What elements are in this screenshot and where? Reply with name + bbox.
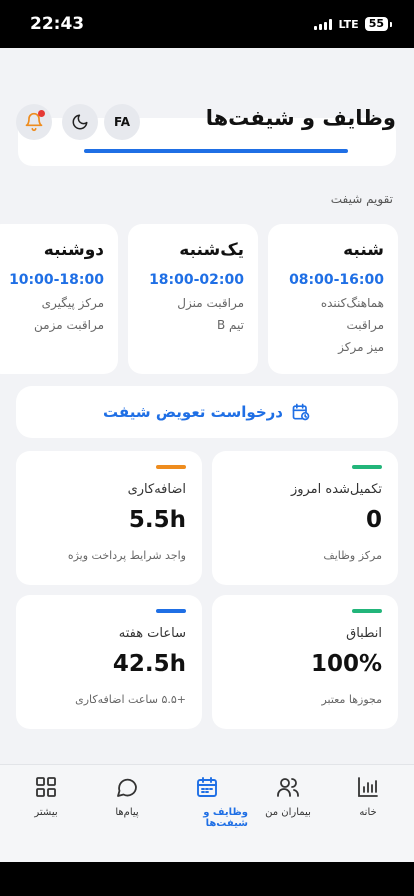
- stat-accent: [156, 465, 186, 469]
- stat-label: تکمیل‌شده امروز: [290, 482, 382, 497]
- progress-bar: [84, 149, 348, 153]
- stat-subtitle: واجد شرایط پرداخت ویژه: [67, 549, 186, 562]
- stat-accent: [352, 609, 382, 613]
- stat-value: 0: [365, 507, 382, 533]
- signal-icon: [314, 18, 333, 30]
- status-indicators: LTE 55: [314, 17, 392, 31]
- shift-detail: مراقبت منزل: [177, 296, 244, 310]
- stat-card-completed: تکمیل‌شده امروز 0 مرکز وظایف: [212, 451, 398, 585]
- swap-shift-label: درخواست تعویض شیفت: [103, 403, 283, 421]
- shift-detail: تیم B: [217, 318, 244, 332]
- stat-value: 100%: [310, 651, 382, 677]
- grid-icon: [36, 777, 56, 797]
- shift-card[interactable]: شنبه 08:00-16:00 هماهنگ‌کننده مراقبت میز…: [268, 224, 398, 374]
- shift-card[interactable]: یک‌شنبه 18:00-02:00 مراقبت منزل تیم B: [128, 224, 258, 374]
- stat-label: ساعات هفته: [118, 626, 186, 641]
- bottom-nav: خانه بیماران من وظایف و شیفت‌ها پیام‌ها: [0, 764, 414, 862]
- nav-more[interactable]: بیشتر: [5, 775, 87, 818]
- calendar-clock-icon: [292, 403, 310, 421]
- nav-label: خانه: [359, 807, 377, 818]
- shift-detail: مراقبت مزمن: [34, 318, 104, 332]
- swap-shift-button[interactable]: درخواست تعویض شیفت: [16, 386, 398, 438]
- stat-subtitle: مجوزها معتبر: [321, 693, 382, 706]
- network-label: LTE: [338, 17, 359, 31]
- language-label: FA: [113, 115, 131, 129]
- chart-bars-icon: [358, 777, 378, 797]
- shift-detail: هماهنگ‌کننده: [320, 296, 384, 310]
- nav-my-patients[interactable]: بیماران من: [247, 775, 329, 818]
- stat-value: 42.5h: [112, 651, 186, 677]
- shift-detail: میز مرکز: [338, 340, 384, 354]
- battery-tip: [390, 21, 392, 27]
- chat-bubble-icon: [117, 778, 137, 797]
- schedule-section-title: تقویم شیفت: [330, 192, 393, 206]
- nav-label: بیماران من: [265, 807, 311, 818]
- notifications-button[interactable]: [16, 104, 52, 140]
- theme-toggle-button[interactable]: [62, 104, 98, 140]
- calendar-icon: [197, 777, 217, 797]
- shift-day: یک‌شنبه: [179, 240, 244, 260]
- stat-card-overtime: اضافه‌کاری 5.5h واجد شرایط پرداخت ویژه: [16, 451, 202, 585]
- stat-value: 5.5h: [128, 507, 186, 533]
- status-time: 22:43: [30, 14, 85, 34]
- stat-label: انطباق: [346, 626, 382, 641]
- users-icon: [277, 778, 299, 797]
- stat-card-week-hours: ساعات هفته 42.5h +۵.۵ ساعت اضافه‌کاری: [16, 595, 202, 729]
- stat-card-compliance: انطباق 100% مجوزها معتبر: [212, 595, 398, 729]
- shift-detail: مرکز پیگیری: [41, 296, 104, 310]
- nav-label: وظایف و شیفت‌ها: [203, 807, 248, 829]
- stat-subtitle: مرکز وظایف: [323, 549, 382, 562]
- nav-messages[interactable]: پیام‌ها: [86, 775, 168, 818]
- shift-time: 08:00-16:00: [289, 272, 384, 288]
- moon-icon: [72, 114, 88, 130]
- shift-detail: مراقبت: [346, 318, 384, 332]
- nav-label: پیام‌ها: [115, 807, 139, 818]
- nav-home[interactable]: خانه: [327, 775, 409, 818]
- battery-icon: 55: [364, 17, 388, 31]
- stat-accent: [352, 465, 382, 469]
- nav-label: بیشتر: [34, 807, 58, 818]
- stat-accent: [156, 609, 186, 613]
- language-button[interactable]: FA: [104, 104, 140, 140]
- shift-day: دوشنبه: [43, 240, 104, 260]
- status-bar: 22:43 LTE 55: [0, 0, 414, 48]
- stat-subtitle: +۵.۵ ساعت اضافه‌کاری: [75, 693, 186, 706]
- shift-day: شنبه: [343, 240, 384, 260]
- home-indicator-area: [0, 862, 414, 896]
- page-title: وظایف و شیفت‌ها: [205, 106, 396, 130]
- shift-card[interactable]: دوشنبه 10:00-18:00 مرکز پیگیری مراقبت مز…: [0, 224, 118, 374]
- page-header: FA وظایف و شیفت‌ها: [0, 98, 414, 146]
- shift-time: 18:00-02:00: [149, 272, 244, 288]
- shift-time: 10:00-18:00: [9, 272, 104, 288]
- stat-label: اضافه‌کاری: [127, 482, 186, 497]
- nav-tasks-shifts[interactable]: وظایف و شیفت‌ها: [166, 775, 248, 829]
- notification-dot: [38, 110, 45, 117]
